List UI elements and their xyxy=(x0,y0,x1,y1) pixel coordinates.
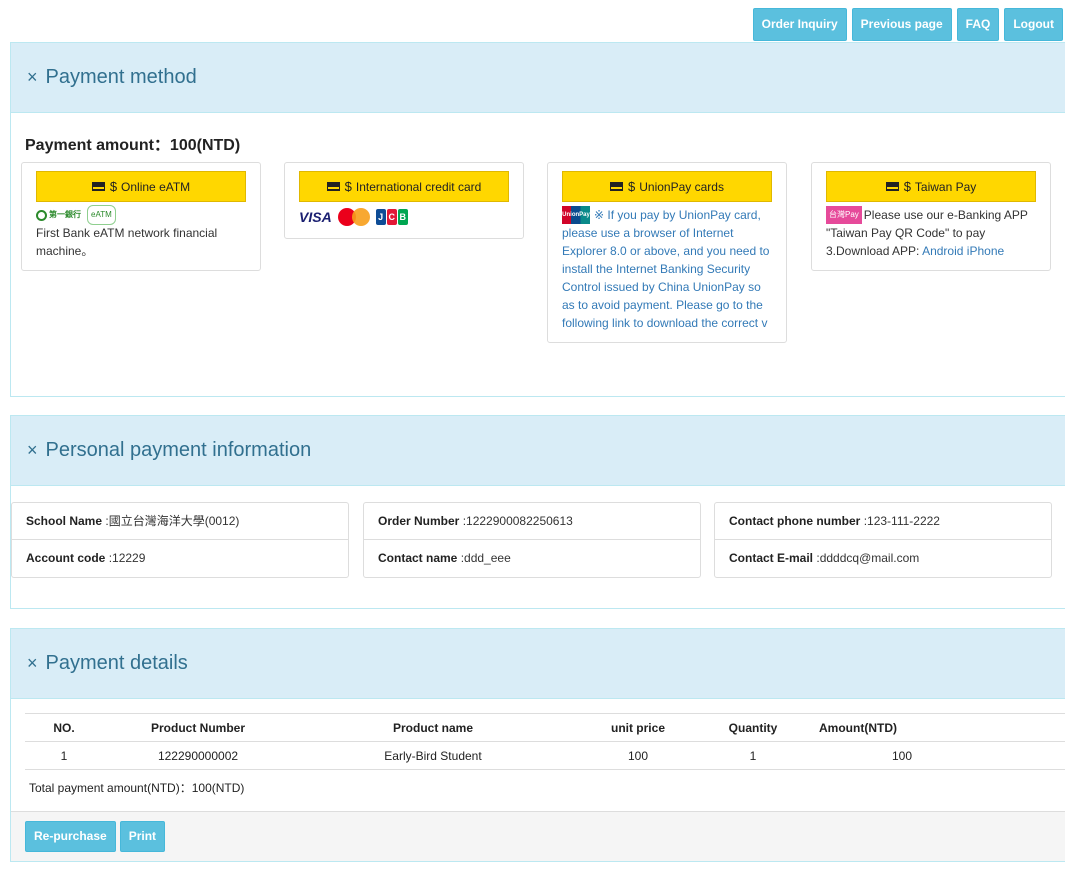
col-amount: Amount(NTD) xyxy=(803,713,913,742)
col-product-number: Product Number xyxy=(103,713,293,742)
pay-eatm-button[interactable]: $ Online eATM xyxy=(36,171,246,202)
android-link[interactable]: Android xyxy=(922,244,963,258)
iphone-link[interactable]: iPhone xyxy=(967,244,1004,258)
payment-method-header[interactable]: × Payment method xyxy=(11,43,1065,113)
total-payment-amount: Total payment amount(NTD)：100(NTD) xyxy=(29,781,245,795)
eatm-logo: eATM xyxy=(87,205,116,225)
payment-details-panel: × Payment details NO. Product Number Pro… xyxy=(10,628,1065,862)
details-table: NO. Product Number Product name unit pri… xyxy=(25,713,1065,770)
personal-info-title: Personal payment information xyxy=(45,439,312,461)
personal-info-header[interactable]: × Personal payment information xyxy=(11,416,1065,486)
cell-product-name: Early-Bird Student xyxy=(293,741,573,770)
school-name-row: School Name :國立台灣海洋大學(0012) xyxy=(12,503,348,540)
order-inquiry-button[interactable]: Order Inquiry xyxy=(752,8,847,41)
firstbank-logo: 第一銀行 xyxy=(36,206,81,224)
contact-name-value: :ddd_eee xyxy=(460,551,511,565)
info-group-contact: Contact phone number :123-111-2222 Conta… xyxy=(714,502,1052,578)
info-group-order: Order Number :1222900082250613 Contact n… xyxy=(363,502,701,578)
contact-phone-value: :123-111-2222 xyxy=(863,514,940,528)
contact-email-row: Contact E-mail :ddddcq@mail.com xyxy=(729,551,920,565)
payment-amount: Payment amount：100(NTD) xyxy=(25,131,240,155)
eatm-logos: 第一銀行 eATM xyxy=(36,205,246,225)
repurchase-button[interactable]: Re-purchase xyxy=(25,821,116,852)
credit-card-icon xyxy=(885,182,899,191)
dollar-icon: $ xyxy=(344,178,352,194)
cell-amount: 100 xyxy=(803,741,913,770)
taiwanpay-logo: 台灣Pay xyxy=(826,206,862,224)
col-no: NO. xyxy=(25,713,103,742)
faq-button[interactable]: FAQ xyxy=(956,8,1000,41)
mastercard-logo xyxy=(337,208,370,226)
account-code-row: Account code :12229 xyxy=(26,551,146,565)
top-nav: Order Inquiry Previous page FAQ Logout xyxy=(752,8,1063,41)
cell-quantity: 1 xyxy=(703,741,803,770)
col-unit-price: unit price xyxy=(573,713,703,742)
col-quantity: Quantity xyxy=(703,713,803,742)
cell-unit-price: 100 xyxy=(573,741,703,770)
print-button[interactable]: Print xyxy=(119,821,166,852)
credit-card-icon xyxy=(326,182,340,191)
collapse-icon[interactable]: × xyxy=(27,67,38,88)
pay-option-eatm: $ Online eATM 第一銀行 eATM First Bank eATM … xyxy=(21,162,261,271)
credit-card-icon xyxy=(610,182,624,191)
pay-taiwanpay-button[interactable]: $ Taiwan Pay xyxy=(826,171,1036,202)
logout-button[interactable]: Logout xyxy=(1004,8,1063,41)
dollar-icon: $ xyxy=(628,178,636,194)
contact-name-row: Contact name :ddd_eee xyxy=(378,551,511,565)
pay-option-credit-card: $ International credit card VISA J C B xyxy=(284,162,524,239)
order-number-row: Order Number :1222900082250613 xyxy=(364,503,700,540)
dollar-icon: $ xyxy=(109,178,118,194)
payment-amount-label: Payment amount： xyxy=(25,137,170,154)
cell-product-number: 122290000002 xyxy=(103,741,293,770)
personal-info-panel: × Personal payment information School Na… xyxy=(10,415,1065,609)
account-code-value: :12229 xyxy=(108,551,146,565)
taiwanpay-description: 台灣Pay Please use our e-Banking APP "Taiw… xyxy=(826,206,1036,260)
dollar-icon: $ xyxy=(903,178,911,194)
pay-eatm-label: Online eATM xyxy=(121,179,191,194)
col-product-name: Product name xyxy=(293,713,573,742)
pay-credit-card-label: International credit card xyxy=(355,179,482,194)
pay-credit-card-button[interactable]: $ International credit card xyxy=(299,171,509,202)
order-number-value: :1222900082250613 xyxy=(462,514,573,528)
contact-phone-row: Contact phone number :123-111-2222 xyxy=(715,503,1051,540)
pay-taiwanpay-label: Taiwan Pay xyxy=(914,179,977,194)
collapse-icon[interactable]: × xyxy=(27,653,38,674)
cell-no: 1 xyxy=(25,741,103,770)
previous-page-button[interactable]: Previous page xyxy=(851,8,952,41)
info-group-school: School Name :國立台灣海洋大學(0012) Account code… xyxy=(11,502,349,578)
payment-method-panel: × Payment method Payment amount：100(NTD)… xyxy=(10,42,1065,397)
pay-option-taiwanpay: $ Taiwan Pay 台灣Pay Please use our e-Bank… xyxy=(811,162,1051,271)
pay-unionpay-button[interactable]: $ UnionPay cards xyxy=(562,171,772,202)
unionpay-logo: UnionPay xyxy=(562,206,590,224)
visa-logo: VISA xyxy=(299,209,332,225)
payment-amount-value: 100(NTD) xyxy=(169,137,241,154)
credit-card-logos: VISA J C B xyxy=(299,206,509,228)
payment-method-title: Payment method xyxy=(45,66,197,88)
pay-option-unionpay: $ UnionPay cards UnionPay ※ If you pay b… xyxy=(547,162,787,343)
eatm-description: First Bank eATM network financial machin… xyxy=(36,226,218,258)
jcb-logo: J C B xyxy=(375,209,408,225)
collapse-icon[interactable]: × xyxy=(27,440,38,461)
school-name-value: :國立台灣海洋大學(0012) xyxy=(105,514,240,528)
unionpay-notice[interactable]: ※ If you pay by UnionPay card, please us… xyxy=(562,208,769,330)
payment-details-header[interactable]: × Payment details xyxy=(11,629,1065,699)
payment-details-title: Payment details xyxy=(45,652,188,674)
table-row: 1 122290000002 Early-Bird Student 100 1 … xyxy=(25,741,1065,770)
credit-card-icon xyxy=(91,182,105,191)
contact-email-value: :ddddcq@mail.com xyxy=(816,551,920,565)
unionpay-description: UnionPay ※ If you pay by UnionPay card, … xyxy=(562,206,772,332)
table-header-row: NO. Product Number Product name unit pri… xyxy=(25,713,1065,742)
details-footer: Re-purchase Print xyxy=(11,811,1065,861)
pay-unionpay-label: UnionPay cards xyxy=(639,179,724,194)
